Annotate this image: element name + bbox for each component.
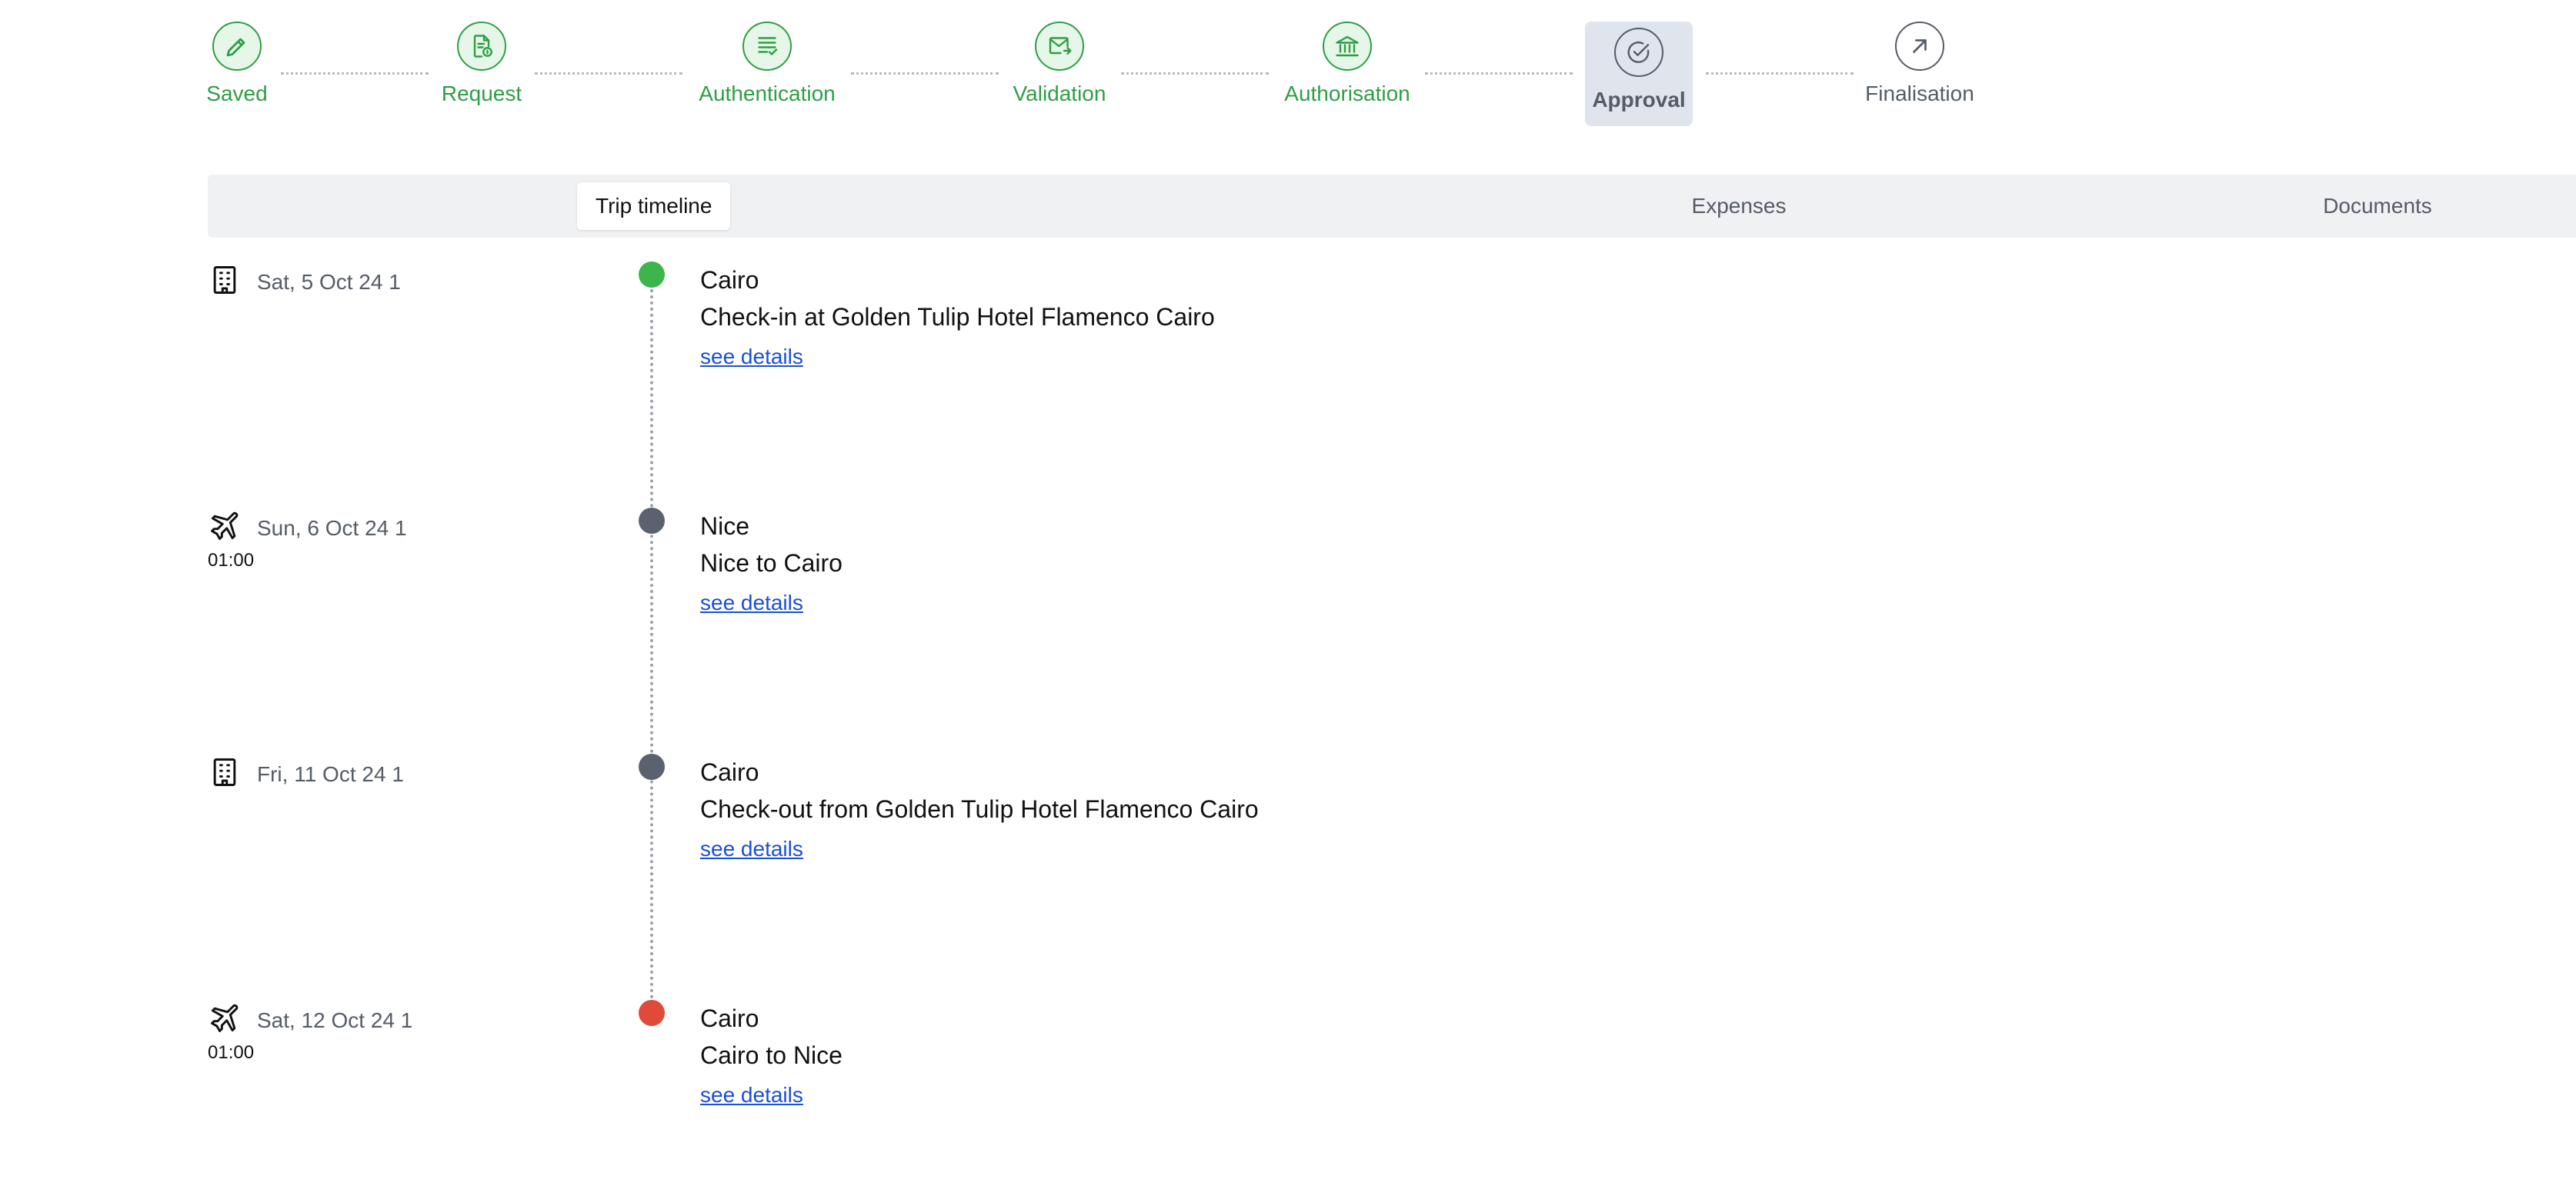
tab-expenses[interactable]: Expenses: [1600, 182, 1877, 230]
step-label: Finalisation: [1865, 82, 1974, 105]
event-date: Fri, 11 Oct 24 1: [257, 761, 404, 786]
step-approval: Approval: [1585, 22, 1693, 126]
timeline-dot: [639, 508, 665, 534]
event-city: Cairo: [700, 758, 759, 786]
event-description: Nice to Cairo: [700, 549, 843, 577]
arrow-up-right-icon: [1895, 22, 1944, 71]
document-info-icon: [457, 22, 506, 71]
event-date: Sat, 5 Oct 24 1: [257, 269, 401, 294]
step-connector: [1706, 72, 1854, 75]
event-description: Check-in at Golden Tulip Hotel Flamenco …: [700, 303, 1215, 331]
event-description: Check-out from Golden Tulip Hotel Flamen…: [700, 795, 1259, 823]
event-date: Sat, 12 Oct 24 1: [257, 1008, 413, 1032]
tab-bar: Trip timeline Expenses Documents: [208, 175, 2576, 238]
see-details-link[interactable]: see details: [700, 1083, 803, 1108]
event-date: Sun, 6 Oct 24 1: [257, 515, 407, 540]
check-circle-icon: [1614, 28, 1663, 77]
step-connector: [1121, 72, 1269, 75]
timeline-line: [650, 277, 653, 1011]
tab-documents[interactable]: Documents: [2239, 182, 2516, 230]
step-authentication: Authentication: [694, 22, 840, 106]
timeline-event: Cairo Check-in at Golden Tulip Hotel Fla…: [700, 263, 1215, 369]
checklist-icon: [742, 22, 792, 71]
step-label: Request: [441, 82, 522, 105]
event-description: Cairo to Nice: [700, 1041, 843, 1069]
timeline-event: Cairo Cairo to Nice see details: [700, 1001, 843, 1108]
step-request: Request: [439, 22, 525, 106]
building-icon: [208, 755, 242, 793]
step-saved: Saved: [206, 22, 268, 106]
timeline-event: Cairo Check-out from Golden Tulip Hotel …: [700, 755, 1259, 861]
event-date-block: Sun, 6 Oct 24 1 01:00: [208, 509, 407, 571]
step-label: Authorisation: [1284, 82, 1410, 105]
step-connector: [281, 72, 429, 75]
step-label: Validation: [1013, 82, 1106, 105]
step-label: Authentication: [699, 82, 836, 105]
step-connector: [535, 72, 682, 75]
event-time: 01:00: [208, 1042, 255, 1063]
trip-page: Saved Request Authentication Validation: [0, 0, 2576, 1186]
see-details-link[interactable]: see details: [700, 591, 803, 615]
airplane-icon: [208, 509, 242, 547]
event-date-block: Fri, 11 Oct 24 1: [208, 755, 404, 793]
step-validation: Validation: [1009, 22, 1109, 106]
timeline-dot: [639, 262, 665, 288]
see-details-link[interactable]: see details: [700, 837, 803, 861]
tab-trip-timeline[interactable]: Trip timeline: [577, 182, 731, 230]
step-finalisation: Finalisation: [1864, 22, 1976, 106]
step-label: Saved: [206, 82, 268, 105]
timeline-event: Nice Nice to Cairo see details: [700, 509, 843, 615]
step-label: Approval: [1592, 88, 1686, 112]
building-icon: [208, 263, 242, 301]
step-connector: [1425, 72, 1573, 75]
timeline-dot: [639, 754, 665, 780]
pencil-icon: [212, 22, 262, 71]
bank-icon: [1323, 22, 1372, 71]
event-date-block: Sat, 5 Oct 24 1: [208, 263, 401, 301]
step-authorisation: Authorisation: [1280, 22, 1415, 106]
event-city: Cairo: [700, 1004, 759, 1032]
mail-forward-icon: [1035, 22, 1084, 71]
event-city: Cairo: [700, 266, 759, 294]
airplane-icon: [208, 1001, 242, 1039]
timeline-dot: [639, 1000, 665, 1026]
step-connector: [851, 72, 999, 75]
event-time: 01:00: [208, 550, 255, 571]
event-city: Nice: [700, 512, 750, 540]
event-date-block: Sat, 12 Oct 24 1 01:00: [208, 1001, 412, 1064]
see-details-link[interactable]: see details: [700, 345, 803, 369]
